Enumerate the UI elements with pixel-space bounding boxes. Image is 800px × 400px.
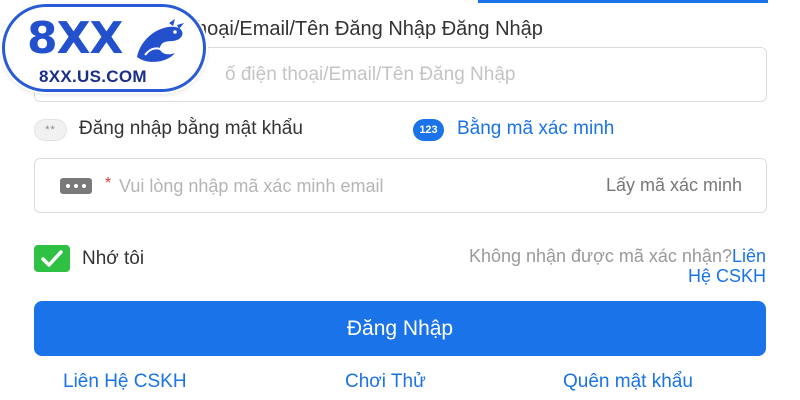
required-mark: * [105,175,112,192]
verification-code-input[interactable] [119,173,529,199]
password-mode-icon[interactable]: ** [34,119,67,141]
password-mode-option[interactable]: Đăng nhập bằng mật khẩu [79,118,303,140]
remember-me[interactable]: Nhớ tôi [34,245,234,273]
dragon-icon [137,19,184,62]
no-code-text: Không nhận được mã xác nhận? [468,246,732,266]
login-button[interactable]: Đăng Nhập [34,301,766,356]
brand-logo: 8XX 8XX.US.COM [2,4,206,92]
active-tab-indicator [478,0,768,3]
no-code-help: Không nhận được mã xác nhận?Liên Hệ CSKH [456,246,766,286]
logo-domain: 8XX.US.COM [39,67,147,86]
username-label: hoại/Email/Tên Đăng Nhập Đăng Nhập [196,18,543,40]
remember-checkbox[interactable] [34,245,70,272]
check-icon [41,250,63,267]
forgot-password-link[interactable]: Quên mật khẩu [563,371,693,393]
username-input[interactable] [225,62,745,88]
code-mode-icon[interactable]: 123 [413,119,444,141]
password-dots-icon [60,178,92,194]
try-play-link[interactable]: Chơi Thử [345,371,426,393]
get-code-button[interactable]: Lấy mã xác minh [606,175,742,196]
logo-mark: 8XX [27,13,123,64]
verification-code-field[interactable]: * Lấy mã xác minh [34,158,767,213]
login-mode-selector: ** Đăng nhập bằng mật khẩu 123 Bằng mã x… [34,117,734,143]
code-mode-option[interactable]: Bằng mã xác minh [457,118,614,140]
remember-label: Nhớ tôi [82,248,145,269]
contact-cs-link[interactable]: Liên Hệ CSKH [63,371,187,393]
bottom-links: Liên Hệ CSKH Chơi Thử Quên mật khẩu [0,371,800,395]
